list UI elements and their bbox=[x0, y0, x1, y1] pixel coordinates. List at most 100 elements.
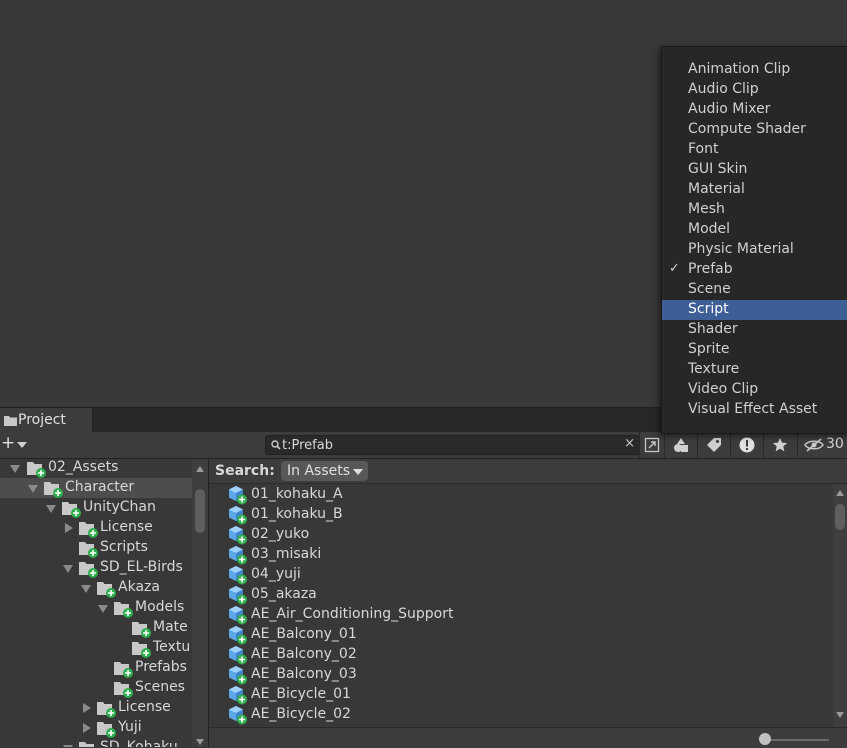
folder-icon bbox=[79, 542, 98, 558]
folder-icon bbox=[132, 622, 151, 638]
list-item-label: 01_kohaku_B bbox=[251, 506, 343, 522]
menu-item-label: Mesh bbox=[688, 201, 725, 217]
tree-item-models[interactable]: Models bbox=[0, 598, 192, 618]
tree-item-sd-el-birds[interactable]: SD_EL-Birds bbox=[0, 558, 192, 578]
list-item[interactable]: AE_Balcony_02 bbox=[228, 645, 828, 665]
collapse-arrow-icon[interactable] bbox=[83, 723, 91, 733]
search-by-type-button[interactable] bbox=[639, 432, 664, 458]
collapse-arrow-icon[interactable] bbox=[83, 703, 91, 713]
menu-item-audio-mixer[interactable]: Audio Mixer bbox=[662, 100, 847, 120]
menu-item-texture[interactable]: Texture bbox=[662, 360, 847, 380]
scroll-up-icon[interactable] bbox=[836, 490, 844, 496]
tree-item-yuji[interactable]: Yuji bbox=[0, 718, 192, 738]
expand-arrow-icon[interactable] bbox=[63, 565, 73, 573]
scroll-down-icon[interactable] bbox=[836, 712, 844, 718]
expand-arrow-icon[interactable] bbox=[10, 465, 20, 473]
scroll-up-icon[interactable] bbox=[196, 466, 204, 472]
tree-item-character[interactable]: Character bbox=[0, 478, 192, 498]
list-item[interactable]: AE_Balcony_03 bbox=[228, 665, 828, 685]
list-item[interactable]: 02_yuko bbox=[228, 525, 828, 545]
menu-item-visual-effect-asset[interactable]: Visual Effect Asset bbox=[662, 400, 847, 420]
expand-arrow-icon[interactable] bbox=[98, 605, 108, 613]
list-item[interactable]: 01_kohaku_A bbox=[228, 485, 828, 505]
tree-item-sd-kohaku[interactable]: SD_Kohaku bbox=[0, 738, 192, 747]
menu-item-compute-shader[interactable]: Compute Shader bbox=[662, 120, 847, 140]
folder-icon bbox=[79, 742, 94, 747]
tree-scrollbar[interactable] bbox=[192, 459, 208, 747]
star-icon bbox=[773, 438, 788, 452]
list-item[interactable]: 05_akaza bbox=[228, 585, 828, 605]
results-scrollbar[interactable] bbox=[833, 484, 847, 727]
menu-item-script[interactable]: Script bbox=[662, 300, 847, 320]
icon-size-slider-track[interactable] bbox=[765, 739, 829, 741]
search-scope-dropdown[interactable]: In Assets bbox=[281, 461, 368, 481]
scope-value: In Assets bbox=[287, 463, 351, 479]
scroll-thumb[interactable] bbox=[195, 489, 205, 533]
list-item[interactable]: AE_Bicycle_01 bbox=[228, 685, 828, 705]
tree-item-label: Scenes bbox=[135, 679, 185, 695]
tree-item-license-2[interactable]: License bbox=[0, 698, 192, 718]
menu-item-animation-clip[interactable]: Animation Clip bbox=[662, 60, 847, 80]
tree-item-materials[interactable]: Mate bbox=[0, 618, 192, 638]
tree-item-label: Prefabs bbox=[135, 659, 187, 675]
tree-item-scripts[interactable]: Scripts bbox=[0, 538, 192, 558]
filter-by-label-button[interactable] bbox=[697, 432, 730, 458]
favorites-button[interactable] bbox=[763, 432, 796, 458]
list-item-label: 01_kohaku_A bbox=[251, 486, 343, 502]
tree-item-prefabs[interactable]: Prefabs bbox=[0, 658, 192, 678]
menu-item-material[interactable]: Material bbox=[662, 180, 847, 200]
folder-icon bbox=[114, 602, 133, 618]
menu-item-gui-skin[interactable]: GUI Skin bbox=[662, 160, 847, 180]
list-item[interactable]: AE_Balcony_01 bbox=[228, 625, 828, 645]
tag-icon bbox=[707, 438, 721, 452]
search-input[interactable] bbox=[282, 436, 612, 454]
folder-icon bbox=[62, 502, 81, 518]
clear-search-icon[interactable]: × bbox=[624, 436, 635, 451]
menu-item-mesh[interactable]: Mesh bbox=[662, 200, 847, 220]
tree-item-label: Scripts bbox=[100, 539, 148, 555]
menu-item-label: Font bbox=[688, 141, 719, 157]
menu-item-prefab[interactable]: ✓ Prefab bbox=[662, 260, 847, 280]
tree-item-unitychan[interactable]: UnityChan bbox=[0, 498, 192, 518]
list-item-label: AE_Balcony_03 bbox=[251, 666, 357, 682]
filter-by-type-button[interactable] bbox=[664, 432, 697, 458]
list-item-label: 04_yuji bbox=[251, 566, 301, 582]
list-item[interactable]: AE_Air_Conditioning_Support bbox=[228, 605, 828, 625]
tree-item-akaza[interactable]: Akaza bbox=[0, 578, 192, 598]
tree-item-scenes[interactable]: Scenes bbox=[0, 678, 192, 698]
menu-item-font[interactable]: Font bbox=[662, 140, 847, 160]
tree-item-02-assets[interactable]: 02_Assets bbox=[0, 459, 192, 478]
list-item[interactable]: AE_Bicycle_02 bbox=[228, 705, 828, 725]
tree-item-license[interactable]: License bbox=[0, 518, 192, 538]
scroll-down-icon[interactable] bbox=[196, 739, 204, 745]
list-item[interactable]: 04_yuji bbox=[228, 565, 828, 585]
menu-item-label: Material bbox=[688, 181, 745, 197]
folder-icon bbox=[27, 462, 46, 478]
menu-item-physic-material[interactable]: Physic Material bbox=[662, 240, 847, 260]
menu-item-sprite[interactable]: Sprite bbox=[662, 340, 847, 360]
create-button[interactable]: + bbox=[0, 433, 30, 455]
tree-item-textures[interactable]: Textu bbox=[0, 638, 192, 658]
expand-arrow-icon[interactable] bbox=[28, 485, 38, 493]
menu-item-model[interactable]: Model bbox=[662, 220, 847, 240]
log-types-button[interactable] bbox=[730, 432, 763, 458]
tab-project[interactable]: Project bbox=[0, 408, 93, 433]
folder-icon bbox=[4, 416, 17, 426]
menu-item-video-clip[interactable]: Video Clip bbox=[662, 380, 847, 400]
collapse-arrow-icon[interactable] bbox=[65, 523, 73, 533]
hidden-packages-button[interactable]: 30 bbox=[797, 432, 847, 458]
list-item[interactable]: 03_misaki bbox=[228, 545, 828, 565]
tree-item-label: Models bbox=[135, 599, 185, 615]
eye-slash-icon bbox=[804, 438, 824, 452]
expand-arrow-icon[interactable] bbox=[81, 585, 91, 593]
scroll-thumb[interactable] bbox=[835, 504, 845, 530]
menu-item-audio-clip[interactable]: Audio Clip bbox=[662, 80, 847, 100]
expand-arrow-icon[interactable] bbox=[46, 505, 56, 513]
icon-size-slider-handle[interactable] bbox=[759, 733, 771, 745]
menu-item-shader[interactable]: Shader bbox=[662, 320, 847, 340]
list-item[interactable]: 01_kohaku_B bbox=[228, 505, 828, 525]
search-field[interactable]: × bbox=[265, 435, 640, 455]
tree-item-label: Character bbox=[65, 479, 135, 495]
menu-item-label: Video Clip bbox=[688, 381, 759, 397]
menu-item-scene[interactable]: Scene bbox=[662, 280, 847, 300]
